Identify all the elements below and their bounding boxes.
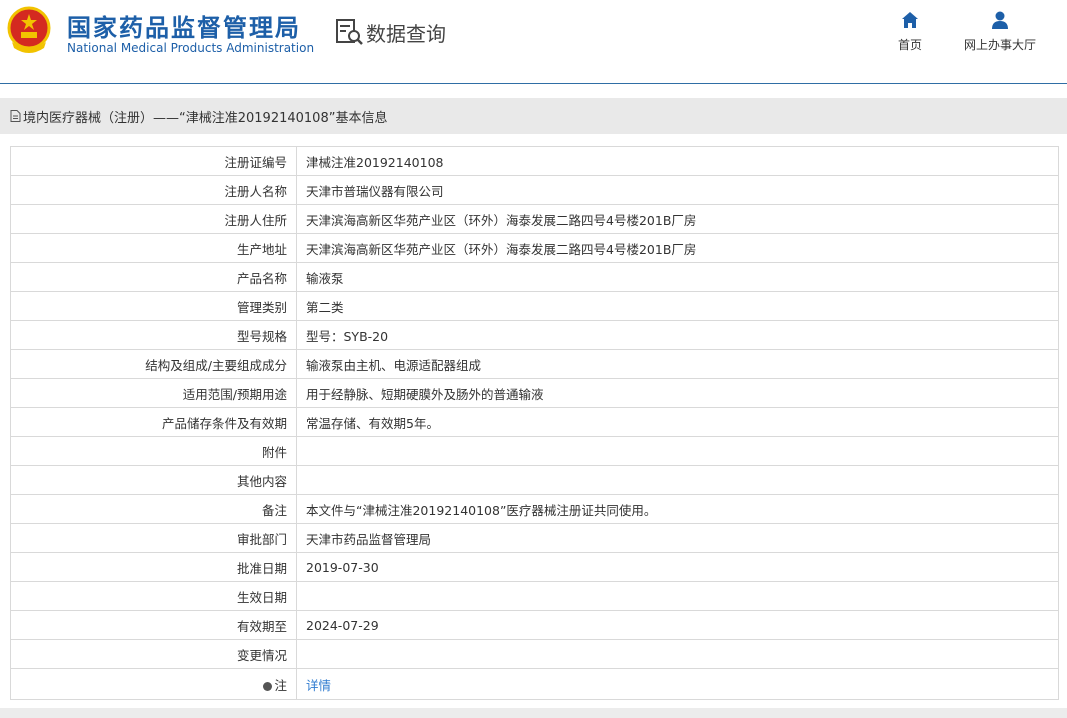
table-row: 结构及组成/主要组成成分 输液泵由主机、电源适配器组成 [10,349,1059,379]
table-row: 产品名称 输液泵 [10,262,1059,292]
field-label: 审批部门 [10,523,297,553]
nav-home-label: 首页 [897,38,922,52]
field-value: 天津市普瑞仪器有限公司 [296,175,1059,205]
table-row: 型号规格 型号：SYB-20 [10,320,1059,350]
field-value: 天津滨海高新区华苑产业区（环外）海泰发展二路四号4号楼201B厂房 [296,204,1059,234]
device-info-table: 注册证编号 津械注准20192140108 注册人名称 天津市普瑞仪器有限公司 注册… [10,146,1059,700]
bulb-icon [263,681,273,691]
document-icon [10,110,21,122]
field-label: 产品储存条件及有效期 [10,407,297,437]
note-label-cell: 注 [10,668,297,700]
field-label: 变更情况 [10,639,297,669]
table-row: 变更情况 [10,639,1059,669]
table-row: 批准日期 2019-07-30 [10,552,1059,582]
note-value-cell: 详情 [296,668,1059,700]
field-value: 天津市药品监督管理局 [296,523,1059,553]
document-search-icon [336,19,363,45]
field-value: 用于经静脉、短期硬膜外及肠外的普通输液 [296,378,1059,408]
field-value: 输液泵 [296,262,1059,292]
breadcrumb: 境内医疗器械（注册）——“津械注准20192140108”基本信息 [0,98,1067,134]
field-value: 输液泵由主机、电源适配器组成 [296,349,1059,379]
nav-online-service-hall-label: 网上办事大厅 [963,38,1036,52]
field-label: 有效期至 [10,610,297,640]
nav-home[interactable]: 首页 [895,10,925,53]
site-name-cn: 国家药品监督管理局 [67,14,301,42]
field-label: 注册人名称 [10,175,297,205]
breadcrumb-text: 境内医疗器械（注册）——“津械注准20192140108”基本信息 [23,110,388,126]
field-value [296,465,1059,495]
table-row: 注册证编号 津械注准20192140108 [10,146,1059,176]
field-value: 第二类 [296,291,1059,321]
table-row: 其他内容 [10,465,1059,495]
field-label: 批准日期 [10,552,297,582]
field-label: 管理类别 [10,291,297,321]
page-footer-shade [0,708,1067,718]
field-label: 附件 [10,436,297,466]
field-value: 型号：SYB-20 [296,320,1059,350]
table-row: 生产地址 天津滨海高新区华苑产业区（环外）海泰发展二路四号4号楼201B厂房 [10,233,1059,263]
details-link[interactable]: 详情 [306,678,331,693]
table-row: 生效日期 [10,581,1059,611]
field-label: 其他内容 [10,465,297,495]
site-header: 国家药品监督管理局 National Medical Products Admi… [0,0,1067,84]
field-value [296,581,1059,611]
note-row: 注 详情 [10,668,1059,700]
field-value [296,436,1059,466]
field-label: 备注 [10,494,297,524]
field-value: 本文件与“津械注准20192140108”医疗器械注册证共同使用。 [296,494,1059,524]
field-label: 注册人住所 [10,204,297,234]
table-row: 有效期至 2024-07-29 [10,610,1059,640]
field-value: 津械注准20192140108 [296,146,1059,176]
data-query-title: 数据查询 [335,17,446,47]
field-value: 天津滨海高新区华苑产业区（环外）海泰发展二路四号4号楼201B厂房 [296,233,1059,263]
national-emblem-icon [7,6,51,53]
field-label: 结构及组成/主要组成成分 [10,349,297,379]
note-label: 注 [274,677,287,693]
field-value: 2019-07-30 [296,552,1059,582]
table-row: 注册人名称 天津市普瑞仪器有限公司 [10,175,1059,205]
field-value: 常温存储、有效期5年。 [296,407,1059,437]
field-label: 产品名称 [10,262,297,292]
field-value: 2024-07-29 [296,610,1059,640]
field-label: 型号规格 [10,320,297,350]
table-row: 备注 本文件与“津械注准20192140108”医疗器械注册证共同使用。 [10,494,1059,524]
field-label: 适用范围/预期用途 [10,378,297,408]
table-row: 附件 [10,436,1059,466]
table-row: 审批部门 天津市药品监督管理局 [10,523,1059,553]
field-label: 生效日期 [10,581,297,611]
home-icon [902,12,918,28]
field-value [296,639,1059,669]
field-label: 生产地址 [10,233,297,263]
user-icon [992,11,1008,29]
section-title: 数据查询 [366,21,446,46]
site-name-en: National Medical Products Administration [67,41,315,55]
field-label: 注册证编号 [10,146,297,176]
table-row: 适用范围/预期用途 用于经静脉、短期硬膜外及肠外的普通输液 [10,378,1059,408]
table-row: 管理类别 第二类 [10,291,1059,321]
table-row: 产品储存条件及有效期 常温存储、有效期5年。 [10,407,1059,437]
nav-online-service-hall[interactable]: 网上办事大厅 [960,10,1040,53]
table-row: 注册人住所 天津滨海高新区华苑产业区（环外）海泰发展二路四号4号楼201B厂房 [10,204,1059,234]
